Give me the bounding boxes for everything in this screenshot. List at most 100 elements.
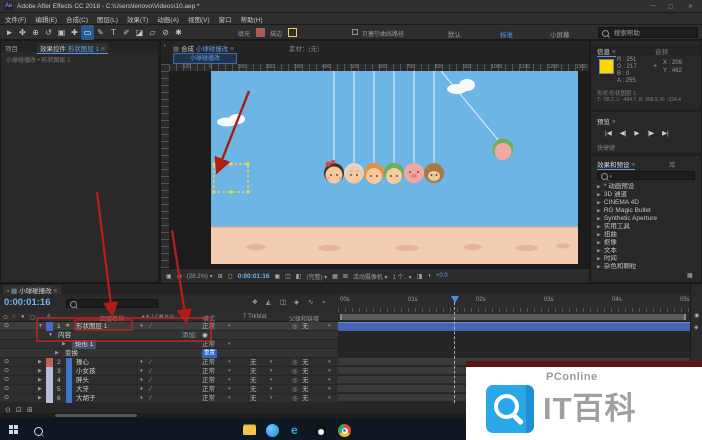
parent-link-icon[interactable]: ◎: [292, 385, 298, 394]
pixel-aspect-icon[interactable]: ◨: [417, 273, 423, 280]
zoom-tool-icon[interactable]: ⊕: [29, 25, 42, 40]
comp-marker-icon[interactable]: ◉: [694, 312, 699, 319]
caret-right-icon[interactable]: ▶: [597, 200, 601, 206]
caret-right-icon[interactable]: ▶: [597, 184, 601, 190]
viewer-timecode[interactable]: 0:00:01:16: [238, 273, 270, 280]
work-area-bar[interactable]: [340, 314, 686, 320]
next-frame-button[interactable]: |▶: [647, 129, 654, 137]
browser-icon[interactable]: [266, 424, 279, 437]
time-ruler[interactable]: 00s01s02s03s04s05s: [338, 294, 690, 322]
workspace-default[interactable]: 默认: [448, 29, 461, 39]
effects-category-row[interactable]: ▶实用工具: [593, 223, 699, 231]
preview-panel-header[interactable]: 预览 ≡: [597, 116, 616, 126]
pan-behind-tool-icon[interactable]: ✚: [68, 25, 81, 40]
maximize-button[interactable]: ▢: [668, 3, 674, 10]
caret-right-icon[interactable]: ▶: [597, 232, 601, 238]
操心[interactable]: ⊙ ▶ 2 操心 ♦ ∕ 正常 ▾ 无 ▾ ◎ 无 ▾: [0, 358, 338, 367]
roto-brush-tool-icon[interactable]: ⊘: [159, 25, 172, 40]
quality-slash-icon[interactable]: ∕: [150, 367, 151, 376]
label-color-chip[interactable]: [46, 385, 53, 394]
parent-value[interactable]: 无: [302, 322, 309, 331]
panel-menu-icon[interactable]: ≡: [631, 162, 635, 169]
draft-3d-icon[interactable]: ◭: [266, 298, 271, 306]
dropdown-icon[interactable]: ▾: [328, 358, 331, 367]
caret-right-icon[interactable]: ▶: [597, 208, 601, 214]
parent-value[interactable]: 无: [302, 376, 309, 385]
quality-icon[interactable]: ♦: [140, 385, 143, 394]
dropdown-icon[interactable]: ▾: [328, 367, 331, 376]
col-trkmat[interactable]: T TrkMat: [243, 314, 267, 320]
dropdown-icon[interactable]: ▾: [228, 340, 231, 349]
eraser-tool-icon[interactable]: ▱: [146, 25, 159, 40]
main-viewer-icon[interactable]: ◉: [177, 273, 182, 280]
workspace-small-screen[interactable]: 小屏幕: [550, 29, 570, 39]
effects-category-row[interactable]: ▶抠像: [593, 239, 699, 247]
playhead-marker[interactable]: [451, 296, 459, 303]
quality-icon[interactable]: ♦: [140, 376, 143, 385]
last-frame-button[interactable]: ▶|: [662, 129, 669, 137]
tab-info[interactable]: 信息 ≡: [597, 46, 616, 57]
mode-value[interactable]: 正常: [202, 376, 215, 385]
minimize-button[interactable]: —: [650, 3, 656, 9]
mode-value[interactable]: 正常: [202, 358, 215, 367]
quality-slash-icon[interactable]: ∕: [150, 376, 151, 385]
label-color-chip[interactable]: [46, 394, 53, 403]
rect-mode-value[interactable]: 正常: [202, 340, 215, 349]
effects-category-row[interactable]: ▶CINEMA 4D: [593, 199, 699, 207]
tab-audio[interactable]: 音频: [655, 46, 668, 56]
play-button[interactable]: ▶: [634, 129, 639, 137]
exposure-icon[interactable]: ◑: [427, 273, 431, 279]
trkmat-value[interactable]: 无: [250, 385, 257, 394]
dropdown-icon[interactable]: ▾: [328, 394, 331, 403]
mode-value[interactable]: 正常: [202, 394, 215, 403]
label-color-chip[interactable]: [46, 322, 53, 331]
quality-icon[interactable]: ♦: [140, 358, 143, 367]
property-row-transform[interactable]: ▶ 变换 重置: [0, 349, 338, 358]
composition-flowchart-icon[interactable]: ❖: [252, 298, 258, 306]
layer-duration-bar-selected[interactable]: [338, 322, 690, 331]
label-color-chip[interactable]: [46, 376, 53, 385]
collapse-icon[interactable]: ▼: [48, 331, 53, 340]
layer-name[interactable]: 大胡子: [76, 394, 96, 403]
trkmat-value[interactable]: 无: [250, 376, 257, 385]
menu-item[interactable]: 图层(L): [97, 14, 118, 24]
scrollbar-thumb[interactable]: [55, 414, 137, 417]
comp-selector-tab[interactable]: 小球碰撞改: [173, 53, 237, 64]
dropdown-icon[interactable]: ▾: [228, 376, 231, 385]
taskbar-search-icon[interactable]: [34, 427, 43, 436]
parent-link-icon[interactable]: ◎: [292, 322, 298, 331]
layer-name[interactable]: 胖头: [76, 376, 89, 385]
label-color-chip[interactable]: [46, 367, 53, 376]
rotation-tool-icon[interactable]: ↺: [42, 25, 55, 40]
timeline-search-input[interactable]: [66, 299, 158, 308]
menu-item[interactable]: 效果(T): [127, 14, 148, 24]
caret-right-icon[interactable]: ▶: [55, 349, 59, 358]
playhead-line[interactable]: [454, 302, 455, 403]
tab-libraries[interactable]: 库: [669, 159, 676, 169]
parent-link-icon[interactable]: ◎: [292, 367, 298, 376]
layer-name[interactable]: 小女孩: [76, 367, 96, 376]
view-camera-dropdown[interactable]: 活动摄像机 ▾: [353, 272, 388, 281]
dropdown-icon[interactable]: ▾: [270, 376, 273, 385]
exposure-value[interactable]: +0.0: [436, 273, 448, 279]
hand-tool-icon[interactable]: ✤: [16, 25, 29, 40]
help-search-input[interactable]: 搜索帮助: [598, 27, 698, 38]
parent-value[interactable]: 无: [302, 358, 309, 367]
trkmat-value[interactable]: 无: [250, 358, 257, 367]
effects-category-row[interactable]: ▶时间: [593, 255, 699, 263]
edge-icon[interactable]: e: [291, 423, 298, 437]
fast-preview-icon[interactable]: ▦: [332, 273, 338, 280]
caret-right-icon[interactable]: ▶: [38, 394, 42, 403]
chrome-icon[interactable]: [338, 424, 351, 437]
caret-right-icon[interactable]: ▶: [38, 376, 42, 385]
parent-link-icon[interactable]: ◎: [292, 358, 298, 367]
bezier-checkbox[interactable]: [352, 29, 358, 35]
rectangle-tool-icon[interactable]: ▭: [81, 25, 94, 40]
view-layout-dropdown[interactable]: 1 个.. ▾: [393, 272, 412, 281]
selection-tool-icon[interactable]: ►: [3, 25, 16, 40]
workspace-standard[interactable]: 标准: [500, 29, 513, 39]
channels-icon[interactable]: ◧: [296, 273, 302, 280]
dropdown-icon[interactable]: ▾: [270, 385, 273, 394]
add-icon[interactable]: ◉: [202, 331, 208, 340]
effects-category-row[interactable]: ▶Synthetic Aperture: [593, 215, 699, 223]
